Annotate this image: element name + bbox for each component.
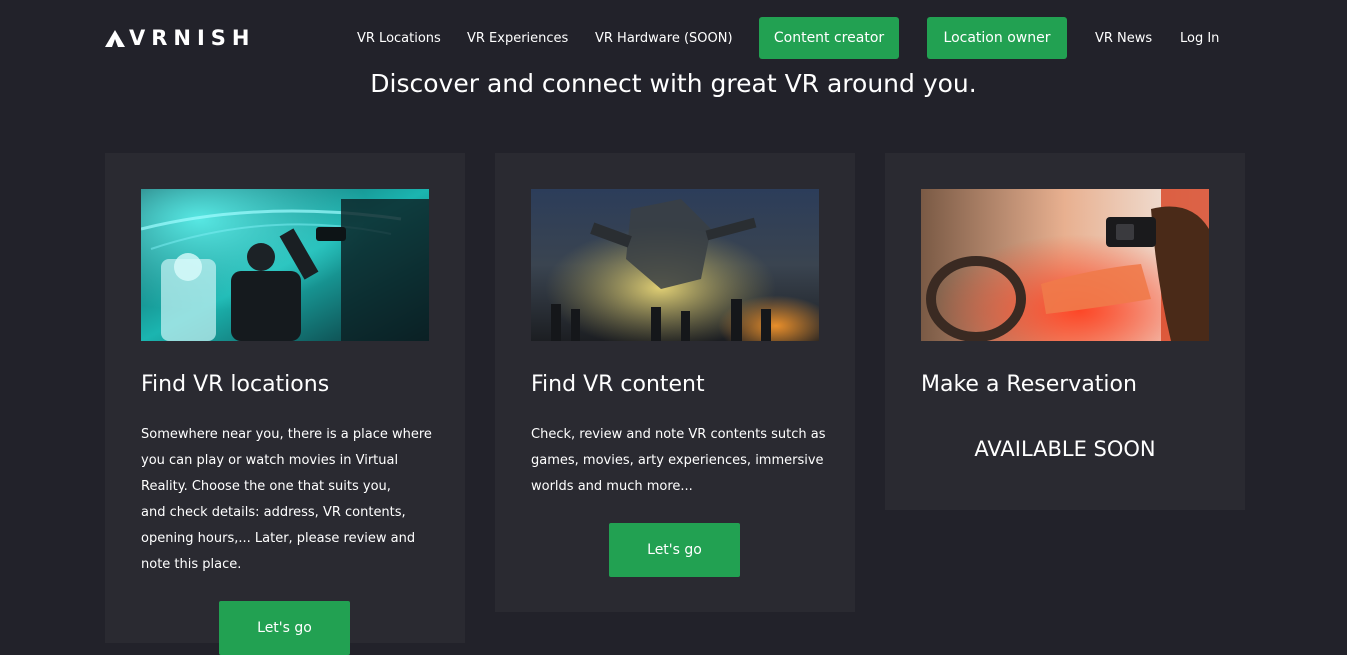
available-soon-label: AVAILABLE SOON [974, 437, 1156, 461]
find-content-lets-go-button[interactable]: Let's go [609, 523, 740, 577]
description-line: Reality. Choose the one that suits you, [141, 479, 391, 494]
description-line: opening hours,... Later, please review a… [141, 531, 416, 546]
nav-vr-experiences[interactable]: VR Experiences [467, 31, 568, 46]
nav-vr-locations[interactable]: VR Locations [357, 31, 441, 46]
vr-battle-image [531, 189, 819, 341]
card-title: Find VR locations [141, 372, 330, 397]
description-line: Somewhere near you, there is a place whe… [141, 427, 432, 442]
logo-text: VRNISH [129, 26, 256, 50]
nav-vr-hardware[interactable]: VR Hardware (SOON) [595, 31, 733, 46]
description-line: note this place. [141, 557, 242, 572]
description-line: you can play or watch movies in Virtual [141, 453, 399, 468]
vrnish-logo[interactable]: VRNISH [105, 26, 256, 50]
vr-driving-image [921, 189, 1209, 341]
description-line: Check, review and note VR contents sutch… [531, 427, 826, 442]
card-title: Find VR content [531, 372, 705, 397]
content-creator-button[interactable]: Content creator [759, 17, 899, 59]
nav-vr-news[interactable]: VR News [1095, 31, 1152, 46]
description-line: games, movies, arty experiences, immersi… [531, 453, 824, 468]
card-description: Check, review and note VR contents sutch… [531, 422, 831, 500]
card-title: Make a Reservation [921, 372, 1137, 397]
nav-log-in[interactable]: Log In [1180, 31, 1219, 46]
description-line: worlds and much more... [531, 479, 693, 494]
location-owner-button[interactable]: Location owner [927, 17, 1067, 59]
find-locations-lets-go-button[interactable]: Let's go [219, 601, 350, 655]
card-find-vr-locations: Find VR locations Somewhere near you, th… [105, 153, 465, 655]
card-description: Somewhere near you, there is a place whe… [141, 422, 441, 578]
card-find-vr-content: Find VR content Check, review and note V… [495, 153, 855, 612]
description-line: and check details: address, VR contents, [141, 505, 406, 520]
card-make-reservation: Make a Reservation AVAILABLE SOON [885, 153, 1245, 510]
logo-triangle-icon [105, 29, 125, 47]
vr-arcade-image [141, 189, 429, 341]
page-headline: Discover and connect with great VR aroun… [370, 69, 977, 98]
